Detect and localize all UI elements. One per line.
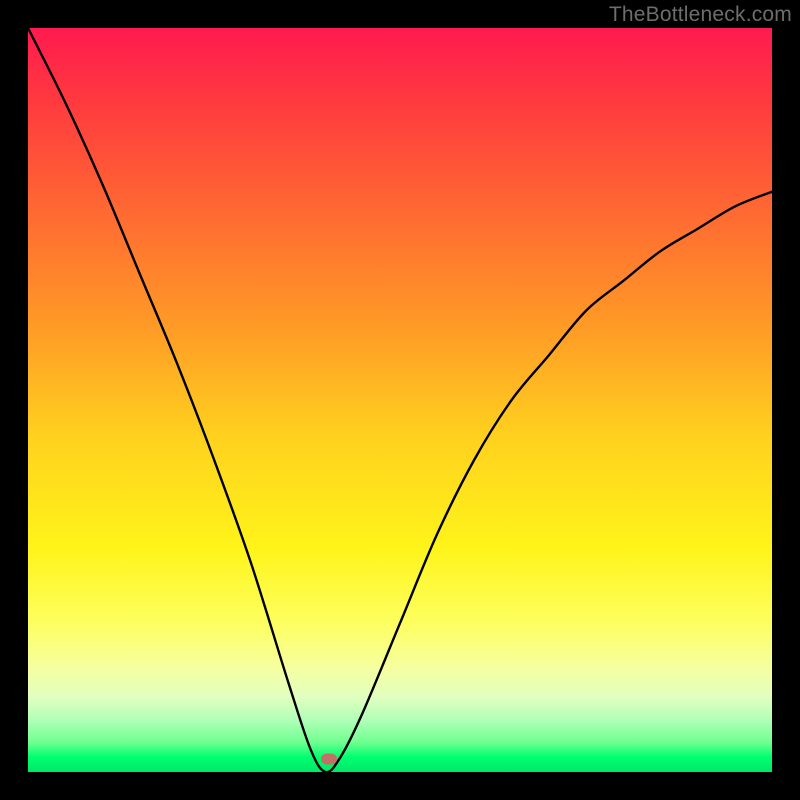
watermark-text: TheBottleneck.com <box>609 3 792 27</box>
curve-svg <box>28 28 772 772</box>
minimum-marker <box>321 754 337 765</box>
curve-path <box>28 28 772 772</box>
chart-frame: TheBottleneck.com <box>0 0 800 800</box>
plot-area <box>28 28 772 772</box>
